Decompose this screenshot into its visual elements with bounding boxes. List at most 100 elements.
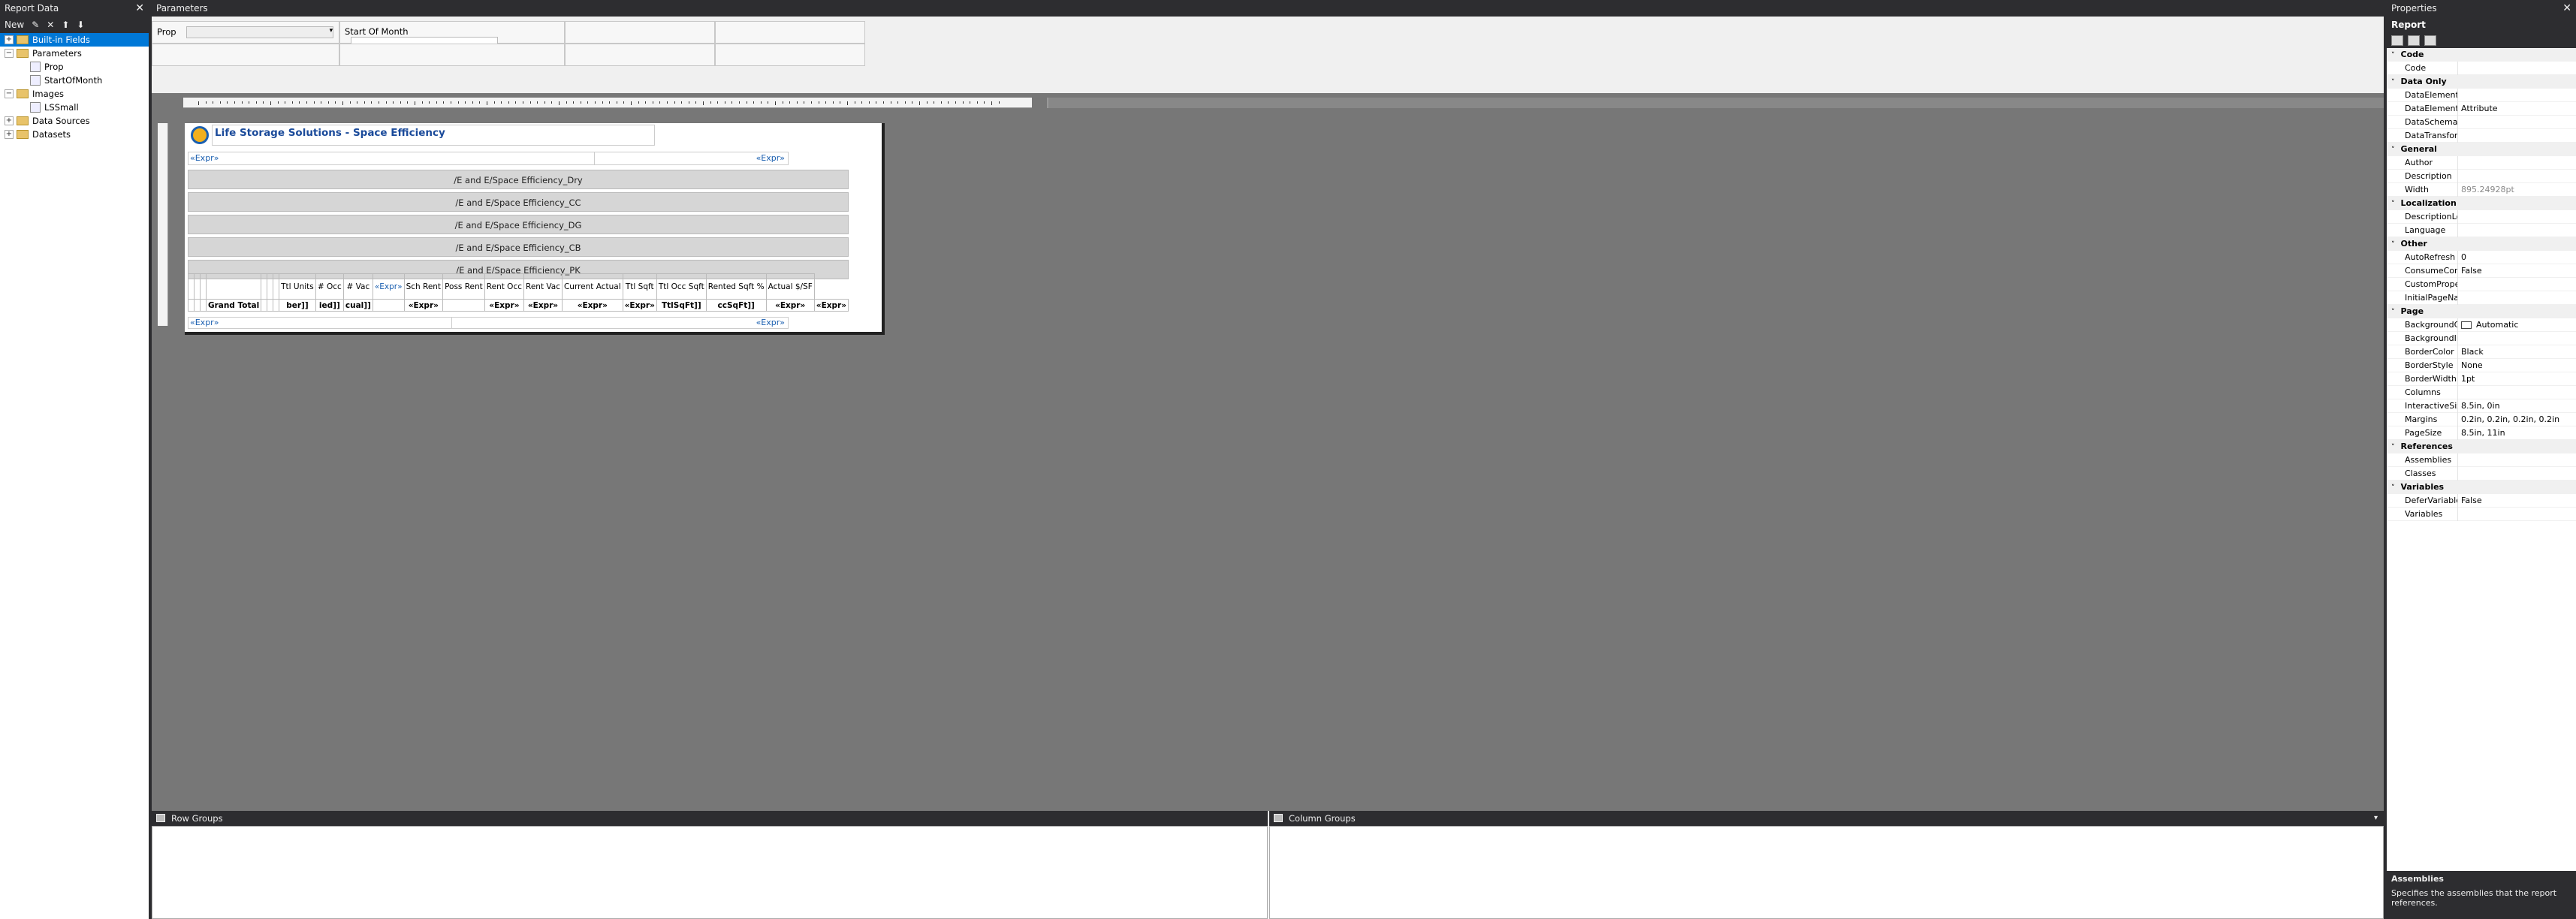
- property-value[interactable]: [2457, 61, 2576, 75]
- subreport-dry[interactable]: /E and E/Space Efficiency_Dry: [188, 170, 849, 189]
- edit-icon[interactable]: ✎: [32, 20, 39, 30]
- parameter-empty-cell[interactable]: [339, 44, 565, 66]
- chevron-down-icon[interactable]: ˅: [2391, 309, 2395, 316]
- tree-item-prop[interactable]: Prop: [0, 60, 149, 74]
- subreport-cc[interactable]: /E and E/Space Efficiency_CC: [188, 192, 849, 212]
- move-up-icon[interactable]: ⬆: [62, 20, 69, 30]
- tablix-total-cell[interactable]: [442, 299, 485, 312]
- property-row[interactable]: InitialPageName: [2387, 291, 2576, 305]
- move-down-icon[interactable]: ⬇: [77, 20, 84, 30]
- property-value[interactable]: [2457, 155, 2576, 170]
- footer-expression-row[interactable]: «Expr» «Expr»: [188, 317, 789, 329]
- property-value[interactable]: [2457, 385, 2576, 399]
- property-value[interactable]: [2457, 291, 2576, 305]
- property-row[interactable]: Variables: [2387, 507, 2576, 521]
- property-row[interactable]: ConsumeContain False: [2387, 264, 2576, 278]
- property-value[interactable]: [2457, 223, 2576, 237]
- tablix-total-cell[interactable]: ccSqFt]]: [705, 299, 767, 312]
- tablix-header-cell[interactable]: # Vac: [342, 273, 373, 300]
- chevron-down-icon[interactable]: ˅: [2391, 241, 2395, 249]
- tablix-header-cell[interactable]: [199, 273, 207, 300]
- property-value[interactable]: Attribute: [2457, 101, 2576, 116]
- subreport-dg[interactable]: /E and E/Space Efficiency_DG: [188, 215, 849, 234]
- tablix-total-cell[interactable]: ber]]: [279, 299, 316, 312]
- footer-left-expr[interactable]: «Expr»: [190, 318, 219, 327]
- chevron-down-icon[interactable]: ˅: [2391, 79, 2395, 86]
- property-value[interactable]: [2457, 128, 2576, 143]
- property-value[interactable]: [2457, 115, 2576, 129]
- chevron-down-icon[interactable]: ˅: [2391, 146, 2395, 154]
- chevron-down-icon[interactable]: ˅: [2391, 52, 2395, 59]
- header-right-expr[interactable]: «Expr»: [756, 153, 785, 163]
- property-row[interactable]: InteractiveSize 8.5in, 0in: [2387, 399, 2576, 413]
- property-row[interactable]: PageSize 8.5in, 11in: [2387, 426, 2576, 440]
- property-value[interactable]: False: [2457, 264, 2576, 278]
- property-value[interactable]: [2457, 277, 2576, 291]
- tablix-total-cell[interactable]: [267, 299, 274, 312]
- tablix-header-cell[interactable]: [193, 273, 201, 300]
- tablix-header-cell[interactable]: Rent Occ: [484, 273, 525, 300]
- expand-icon[interactable]: +: [5, 35, 14, 44]
- selected-object-name[interactable]: Report: [2387, 17, 2576, 33]
- property-value[interactable]: False: [2457, 493, 2576, 508]
- column-groups-list[interactable]: [1269, 826, 2384, 919]
- tablix-header-cell[interactable]: # Occ: [315, 273, 344, 300]
- tablix-header-cell[interactable]: «Expr»: [372, 273, 405, 300]
- tablix-total-cell[interactable]: «Expr»: [403, 299, 444, 312]
- property-row[interactable]: Width 895.24928pt: [2387, 182, 2576, 197]
- tree-item-startofmonth[interactable]: StartOfMonth: [0, 74, 149, 87]
- tablix-total-cell[interactable]: «Expr»: [523, 299, 563, 312]
- header-expression-row[interactable]: «Expr» «Expr»: [188, 152, 789, 165]
- report-logo-image[interactable]: [191, 126, 209, 144]
- report-page[interactable]: Life Storage Solutions - Space Efficienc…: [185, 123, 885, 335]
- property-row[interactable]: DeferVariableEval False: [2387, 493, 2576, 508]
- property-row[interactable]: Margins 0.2in, 0.2in, 0.2in, 0.2in: [2387, 412, 2576, 426]
- property-row[interactable]: BorderStyle None: [2387, 358, 2576, 372]
- close-icon[interactable]: ✕: [135, 0, 144, 17]
- property-value[interactable]: 8.5in, 11in: [2457, 426, 2576, 440]
- property-row[interactable]: Classes: [2387, 466, 2576, 481]
- tablix-header-cell[interactable]: [205, 273, 262, 300]
- tablix-header-cell[interactable]: Ttl Sqft: [622, 273, 657, 300]
- tablix-total-cell[interactable]: [193, 299, 201, 312]
- report-title[interactable]: Life Storage Solutions - Space Efficienc…: [215, 127, 445, 139]
- delete-icon[interactable]: ✕: [47, 20, 54, 30]
- tablix-total-cell[interactable]: [261, 299, 268, 312]
- property-category[interactable]: ˅ Page: [2387, 305, 2576, 318]
- tablix-header-cell[interactable]: Current Actual: [561, 273, 623, 300]
- parameter-empty-cell[interactable]: [715, 44, 865, 66]
- tablix-header-cell[interactable]: [188, 273, 195, 300]
- close-icon[interactable]: ✕: [2562, 0, 2571, 17]
- tablix-total-cell[interactable]: [188, 299, 195, 312]
- categorized-icon[interactable]: [2391, 35, 2403, 46]
- property-row[interactable]: Columns: [2387, 385, 2576, 399]
- property-row[interactable]: DataTransform: [2387, 128, 2576, 143]
- expand-icon[interactable]: +: [5, 130, 14, 139]
- property-value[interactable]: [2457, 453, 2576, 467]
- property-row[interactable]: Author: [2387, 155, 2576, 170]
- property-row[interactable]: DataElementStyle Attribute: [2387, 101, 2576, 116]
- property-value[interactable]: 0.2in, 0.2in, 0.2in, 0.2in: [2457, 412, 2576, 426]
- property-row[interactable]: AutoRefresh 0: [2387, 250, 2576, 264]
- tablix-header-cell[interactable]: Rent Vac: [523, 273, 563, 300]
- expand-icon[interactable]: +: [5, 116, 14, 125]
- tablix-total-cell[interactable]: «Expr»: [622, 299, 657, 312]
- parameter-prop[interactable]: Prop ▾: [152, 21, 339, 44]
- property-row[interactable]: DescriptionLocID: [2387, 209, 2576, 224]
- expand-icon[interactable]: −: [5, 49, 14, 58]
- chevron-down-icon[interactable]: ▾: [2374, 811, 2378, 826]
- property-value[interactable]: None: [2457, 358, 2576, 372]
- property-value[interactable]: 895.24928pt: [2457, 182, 2576, 197]
- property-row[interactable]: BackgroundColor Automatic: [2387, 318, 2576, 332]
- property-row[interactable]: DataSchema: [2387, 115, 2576, 129]
- chevron-down-icon[interactable]: ˅: [2391, 484, 2395, 492]
- property-value[interactable]: [2457, 169, 2576, 183]
- tablix-total-cell[interactable]: Grand Total: [205, 299, 262, 312]
- tablix-total-cell[interactable]: «Expr»: [765, 299, 815, 312]
- property-category[interactable]: ˅ Data Only: [2387, 75, 2576, 89]
- property-row[interactable]: BorderColor Black: [2387, 345, 2576, 359]
- summary-tablix[interactable]: Ttl Units # Occ # Vac «Expr» Sch Rent Poss Re…: [188, 273, 849, 312]
- header-left-expr[interactable]: «Expr»: [190, 153, 219, 163]
- tablix-total-cell[interactable]: «Expr»: [813, 299, 849, 312]
- property-value[interactable]: 0: [2457, 250, 2576, 264]
